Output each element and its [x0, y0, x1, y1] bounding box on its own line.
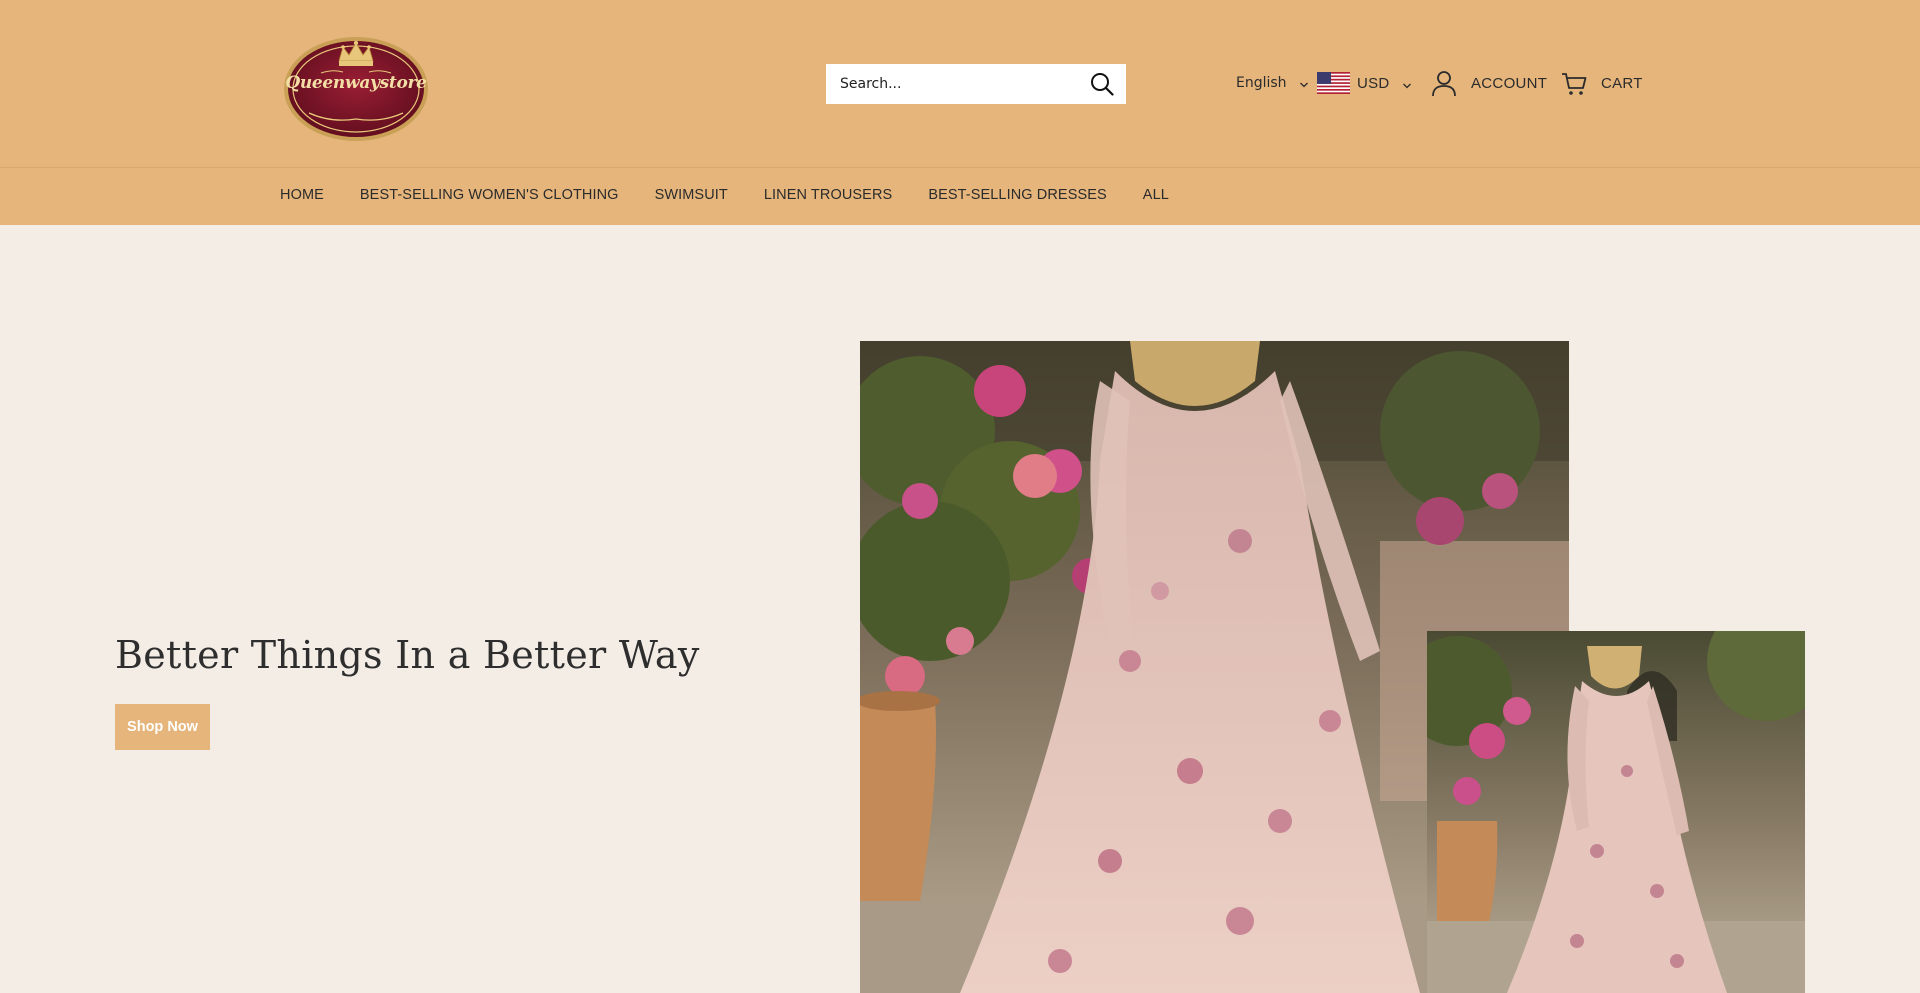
search-input[interactable]	[826, 65, 1076, 103]
us-flag-icon	[1317, 72, 1350, 94]
nav-item-best-selling-dresses[interactable]: BEST-SELLING DRESSES	[928, 187, 1106, 203]
language-selector[interactable]: English	[1236, 70, 1309, 96]
account-link[interactable]: ACCOUNT	[1430, 69, 1548, 97]
hero-title: Better Things In a Better Way	[115, 633, 700, 677]
currency-label: USD	[1357, 74, 1390, 92]
nav-item-linen-trousers[interactable]: LINEN TROUSERS	[764, 187, 892, 203]
cart-label: CART	[1601, 74, 1643, 92]
store-logo[interactable]: Queenwaystore	[281, 27, 431, 143]
main-navigation: HOME BEST-SELLING WOMEN'S CLOTHING SWIMS…	[280, 187, 1205, 203]
nav-item-swimsuit[interactable]: SWIMSUIT	[655, 187, 728, 203]
cart-link[interactable]: CART	[1560, 70, 1643, 96]
logo-wordmark: Queenwaystore	[285, 73, 427, 93]
language-label: English	[1236, 75, 1287, 91]
hero-secondary-image	[1427, 631, 1805, 993]
nav-item-home[interactable]: HOME	[280, 187, 324, 203]
chevron-down-icon	[1402, 78, 1412, 89]
cart-icon	[1560, 69, 1588, 97]
search-icon[interactable]	[1090, 72, 1114, 96]
shop-now-button[interactable]: Shop Now	[115, 704, 210, 750]
account-label: ACCOUNT	[1471, 74, 1548, 92]
chevron-down-icon	[1299, 78, 1309, 88]
nav-item-all[interactable]: ALL	[1143, 187, 1169, 203]
search-bar	[826, 64, 1126, 104]
currency-selector[interactable]: USD	[1317, 70, 1412, 96]
nav-item-best-selling-womens-clothing[interactable]: BEST-SELLING WOMEN'S CLOTHING	[360, 187, 619, 203]
user-icon	[1430, 69, 1458, 97]
